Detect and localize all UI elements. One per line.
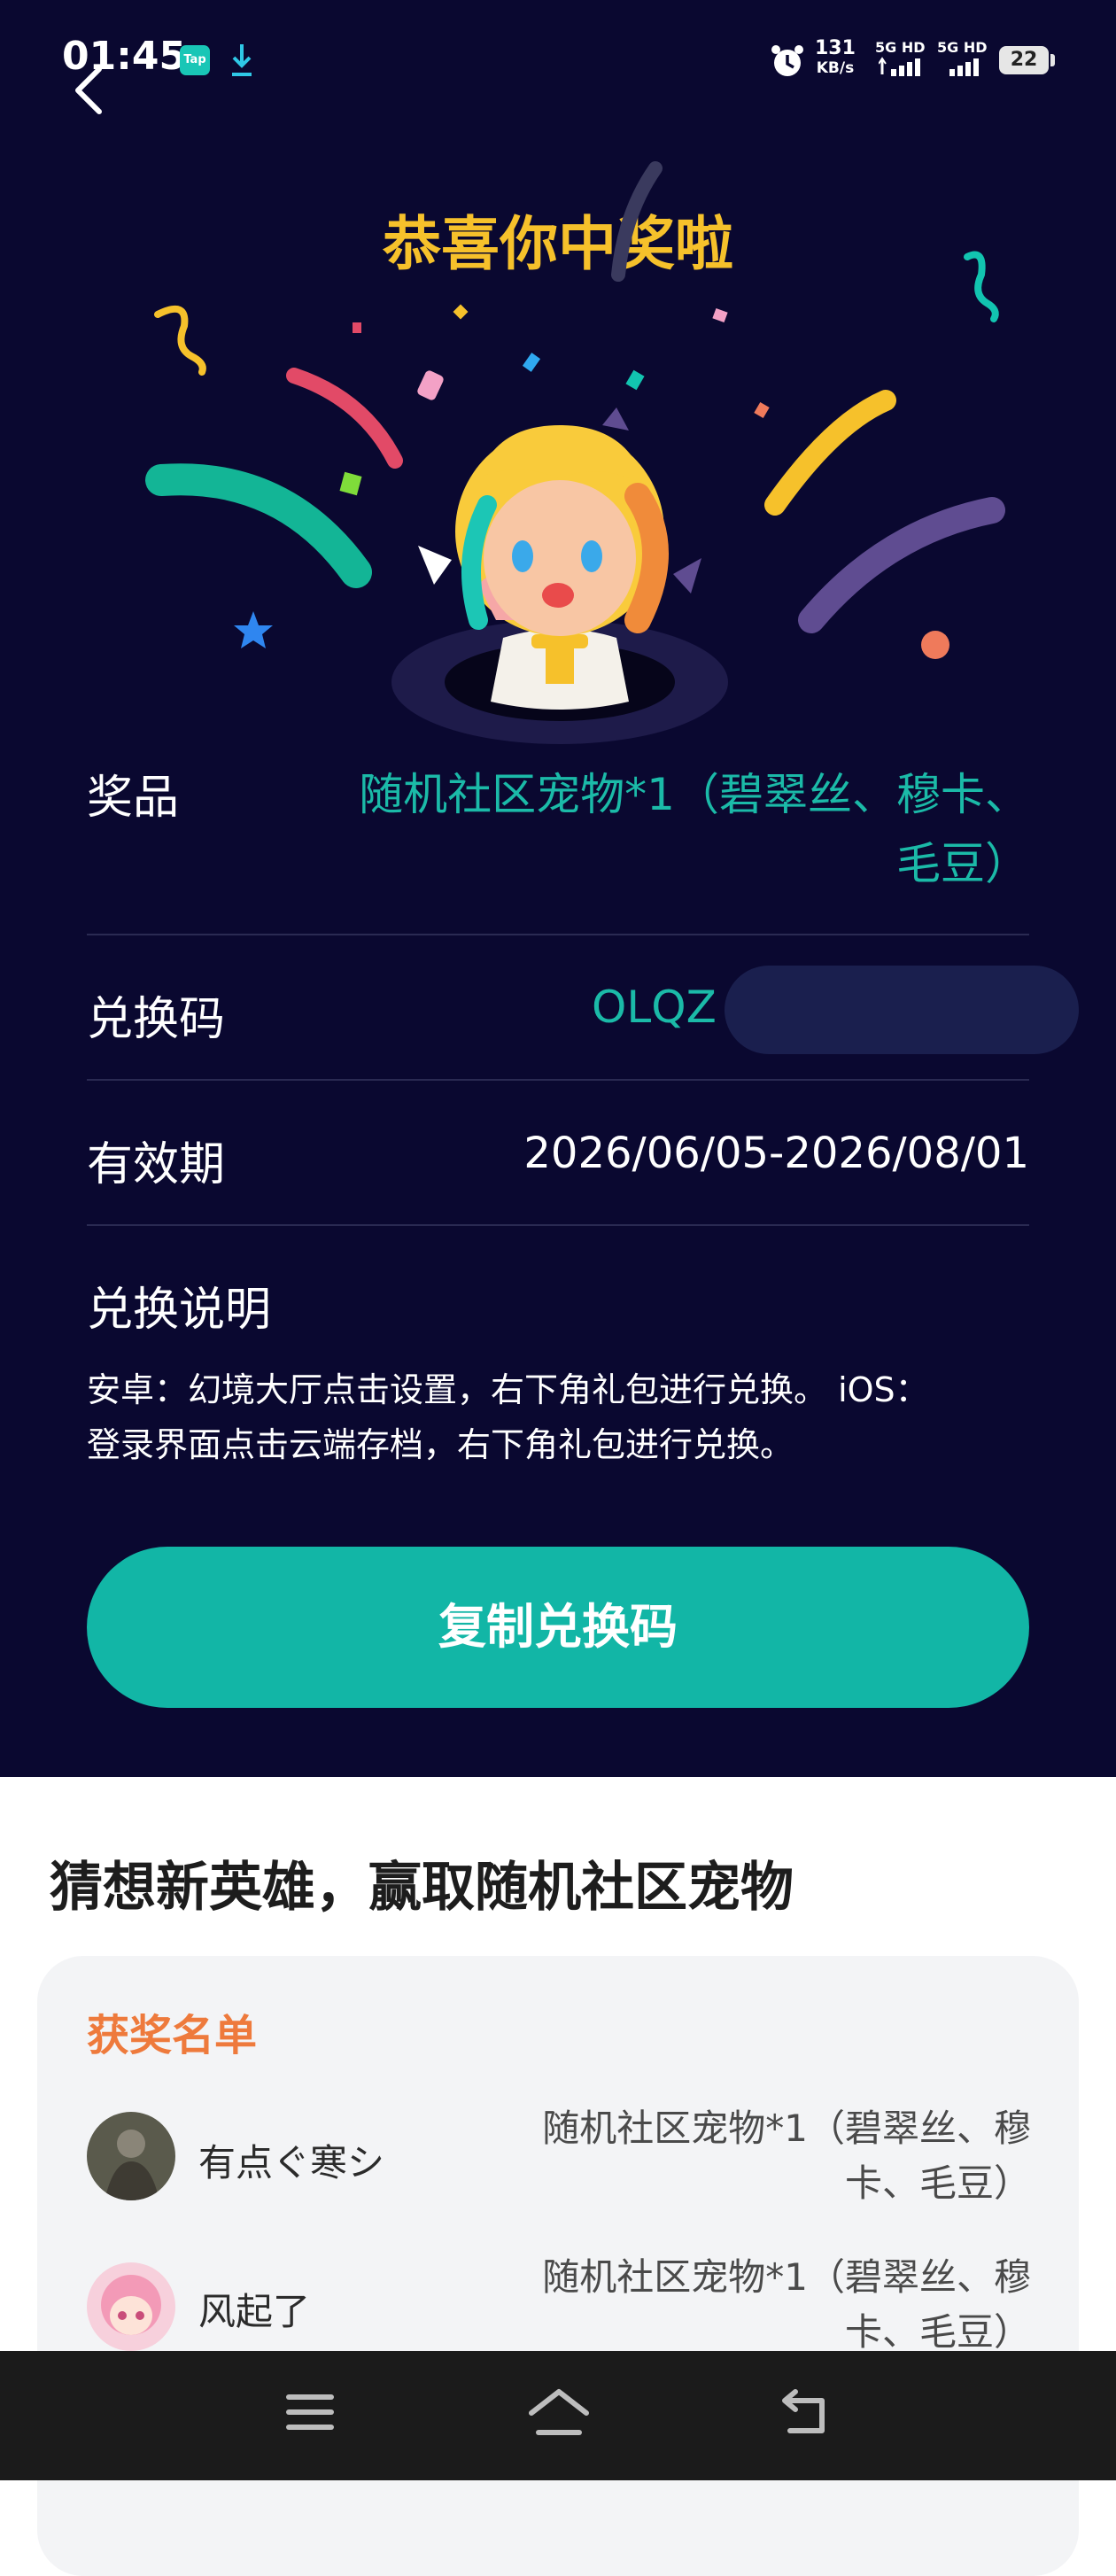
winner-prize: 随机社区宠物*1（碧翠丝、穆 卡、毛豆）: [535, 2101, 1031, 2211]
divider: [87, 1224, 1029, 1226]
battery-level: 22: [999, 46, 1049, 74]
prize-value: 随机社区宠物*1（碧翠丝、穆卡、 毛豆）: [285, 760, 1029, 898]
winner-name: 风起了: [198, 2290, 311, 2333]
validity-value: 2026/06/05-2026/08/01: [523, 1129, 1029, 1178]
prize-value-line1: 随机社区宠物*1（碧翠丝、穆卡、: [359, 769, 1029, 820]
download-icon: [232, 44, 252, 76]
section-title: 猜想新英雄，赢取随机社区宠物: [50, 1857, 794, 1919]
winner-prize-line1: 随机社区宠物*1（碧翠丝、穆: [542, 2107, 1031, 2150]
winner-prize: 随机社区宠物*1（碧翠丝、穆 卡、毛豆）: [535, 2250, 1031, 2360]
winner-avatar[interactable]: [87, 2262, 175, 2351]
divider: [87, 934, 1029, 935]
divider: [87, 1079, 1029, 1081]
net-speed: 131 KB/s: [815, 39, 856, 78]
instructions-line2: 登录界面点击云端存档，右下角礼包进行兑换。: [87, 1425, 794, 1464]
system-navbar: [0, 2351, 1116, 2480]
signal2-icon: [949, 58, 979, 76]
return-icon[interactable]: [778, 2386, 831, 2438]
menu-icon[interactable]: [285, 2390, 335, 2434]
winner-avatar[interactable]: [87, 2112, 175, 2200]
home-icon[interactable]: [528, 2386, 590, 2438]
instructions-text: 安卓：幻境大厅点击设置，右下角礼包进行兑换。 iOS： 登录界面点击云端存档，右…: [87, 1362, 1043, 1472]
sim1-label: 5G HD: [875, 39, 926, 56]
sim2-label: 5G HD: [937, 39, 988, 56]
prize-panel: 01:45 Tap 131 KB/s 5G HD 5G HD 22 恭喜你中奖啦: [0, 0, 1116, 1777]
winners-title: 获奖名单: [87, 2011, 258, 2060]
alarm-icon: [771, 45, 803, 76]
code-label: 兑换码: [87, 993, 226, 1046]
signal1-icon: [879, 57, 920, 76]
code-value[interactable]: OLQZ: [592, 982, 717, 1033]
back-arrow-icon[interactable]: [69, 64, 112, 117]
validity-label: 有效期: [87, 1138, 226, 1191]
net-speed-unit: KB/s: [816, 59, 855, 77]
net-speed-value: 131: [815, 37, 856, 59]
copy-code-button[interactable]: 复制兑换码: [87, 1547, 1029, 1708]
prize-label: 奖品: [87, 772, 180, 825]
redaction-overlay: [725, 966, 1079, 1054]
winner-prize-line2: 卡、毛豆）: [844, 2161, 1031, 2205]
celebration-illustration: [145, 161, 1005, 744]
instructions-label: 兑换说明: [87, 1284, 272, 1337]
tap-icon: Tap: [180, 45, 210, 75]
winner-name: 有点ぐ寒シ: [198, 2141, 385, 2184]
instructions-line1: 安卓：幻境大厅点击设置，右下角礼包进行兑换。 iOS：: [87, 1370, 929, 1409]
battery-tip: [1050, 54, 1055, 66]
prize-value-line2: 毛豆）: [896, 838, 1029, 889]
winner-prize-line1: 随机社区宠物*1（碧翠丝、穆: [542, 2255, 1031, 2299]
